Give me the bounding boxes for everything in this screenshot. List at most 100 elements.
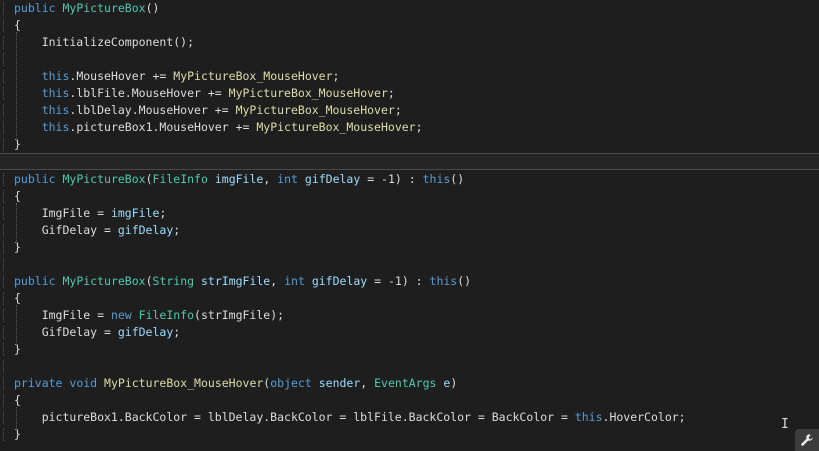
code-token: MyPictureBox_MouseHover <box>104 376 264 390</box>
indent-guide <box>16 203 17 243</box>
code-token: public <box>14 1 56 15</box>
code-token: this <box>41 86 70 100</box>
editor-pane-bottom[interactable]: public MyPictureBox(FileInfo imgFile, in… <box>0 170 819 451</box>
editor-split-divider[interactable] <box>0 153 819 170</box>
code-token: .lblFile.MouseHover += <box>69 86 229 100</box>
code-token: = -1) : <box>367 274 430 288</box>
margin-guide <box>3 104 4 117</box>
code-token: ; <box>387 86 395 100</box>
margin-guide <box>3 275 4 288</box>
code-token: ; <box>173 223 181 237</box>
code-token: this <box>422 172 451 186</box>
code-line[interactable]: this.MouseHover += MyPictureBox_MouseHov… <box>0 68 340 85</box>
code-token: gifDelay <box>304 172 361 186</box>
editor-pane-top[interactable]: public MyPictureBox(){ InitializeCompone… <box>0 0 819 153</box>
code-token: () <box>450 172 465 186</box>
code-token: ImgFile = <box>14 206 111 220</box>
code-token: { <box>14 393 21 407</box>
code-line[interactable]: ImgFile = imgFile; <box>0 205 167 222</box>
code-token: sender <box>318 376 361 390</box>
margin-guide <box>3 121 4 134</box>
code-token: { <box>14 189 21 203</box>
margin-guide <box>3 258 4 271</box>
margin-guide <box>3 292 4 305</box>
margin-guide <box>3 326 4 339</box>
margin-guide <box>3 19 4 32</box>
code-token: public <box>14 274 56 288</box>
margin-guide <box>3 207 4 220</box>
code-line[interactable]: pictureBox1.BackColor = lblDelay.BackCol… <box>0 409 686 426</box>
code-token: void <box>69 376 98 390</box>
code-token: MyPictureBox_MouseHover <box>173 69 333 83</box>
margin-guide <box>3 190 4 203</box>
code-line[interactable]: GifDelay = gifDelay; <box>0 222 181 239</box>
margin-guide <box>3 411 4 424</box>
margin-guide <box>3 394 4 407</box>
code-token: MyPictureBox_MouseHover <box>235 103 395 117</box>
code-line[interactable]: public MyPictureBox() <box>0 0 159 17</box>
code-token: MyPictureBox <box>62 274 146 288</box>
code-token: this <box>429 274 458 288</box>
indent-guide <box>16 407 17 430</box>
code-token: GifDelay = <box>14 223 118 237</box>
margin-guide <box>3 173 4 186</box>
code-token: ( <box>145 172 153 186</box>
code-token: () <box>457 274 472 288</box>
code-token: strImgFile <box>201 274 271 288</box>
code-token: .MouseHover += <box>69 69 174 83</box>
code-line[interactable]: this.lblFile.MouseHover += MyPictureBox_… <box>0 85 395 102</box>
code-token: { <box>14 291 21 305</box>
code-line[interactable]: this.lblDelay.MouseHover += MyPictureBox… <box>0 102 402 119</box>
margin-guide <box>3 428 4 441</box>
code-line[interactable]: ImgFile = new FileInfo(strImgFile); <box>0 307 284 324</box>
code-token: this <box>41 69 70 83</box>
code-token: MyPictureBox <box>62 1 146 15</box>
code-token: int <box>284 274 305 288</box>
code-line[interactable]: InitializeComponent(); <box>0 34 194 51</box>
margin-guide <box>3 343 4 356</box>
code-token: gifDelay <box>117 325 174 339</box>
code-token: ImgFile = <box>14 308 111 322</box>
code-token: MyPictureBox_MouseHover <box>256 120 416 134</box>
text-cursor-icon: I <box>781 417 789 432</box>
code-token: FileInfo <box>152 172 208 186</box>
margin-guide <box>3 377 4 390</box>
code-token: ; <box>173 325 181 339</box>
code-token: .lblDelay.MouseHover += <box>69 103 236 117</box>
margin-guide <box>3 360 4 373</box>
margin-guide <box>3 138 4 151</box>
code-line[interactable]: public MyPictureBox(FileInfo imgFile, in… <box>0 171 464 188</box>
code-token: String <box>152 274 195 288</box>
code-token: = -1) : <box>360 172 423 186</box>
code-token: , <box>270 274 285 288</box>
margin-guide <box>3 2 4 15</box>
code-token: () <box>145 1 160 15</box>
code-token: GifDelay = <box>14 325 118 339</box>
code-token: private <box>14 376 63 390</box>
code-token: .HoverColor; <box>602 410 686 424</box>
wrench-icon[interactable] <box>795 429 819 451</box>
code-token: MyPictureBox_MouseHover <box>228 86 388 100</box>
indent-guide <box>16 305 17 345</box>
code-token: int <box>277 172 298 186</box>
code-token: ; <box>415 120 423 134</box>
code-token: this <box>41 103 70 117</box>
code-token: gifDelay <box>117 223 174 237</box>
code-line[interactable]: this.pictureBox1.MouseHover += MyPicture… <box>0 119 423 136</box>
code-line[interactable]: private void MyPictureBox_MouseHover(obj… <box>0 375 457 392</box>
code-token: object <box>270 376 312 390</box>
code-token: ; <box>394 103 402 117</box>
code-token: this <box>574 410 603 424</box>
margin-guide <box>3 241 4 254</box>
code-token: this <box>41 120 70 134</box>
code-line[interactable]: public MyPictureBox(String strImgFile, i… <box>0 273 471 290</box>
code-line[interactable]: GifDelay = gifDelay; <box>0 324 181 341</box>
